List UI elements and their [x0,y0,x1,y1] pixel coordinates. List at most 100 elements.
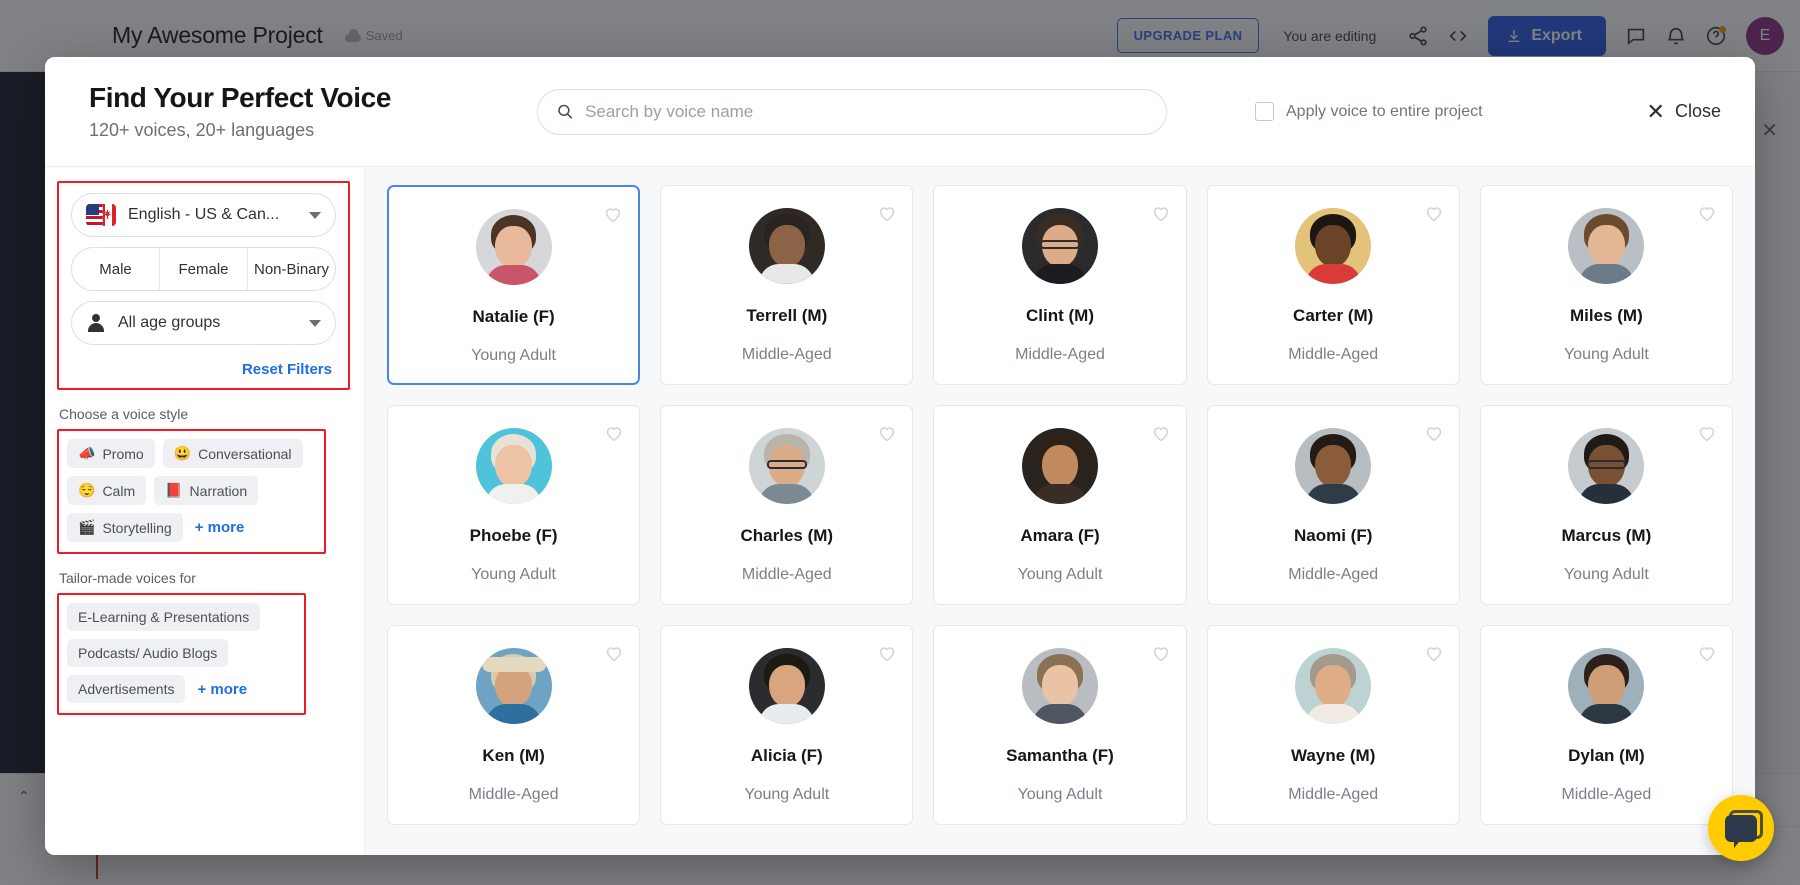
voice-style-chip-group: 📣 Promo 😃 Conversational 😌 Calm 📕 Narration 🎬 Sto… [57,429,326,554]
voice-name: Charles (M) [740,526,834,545]
glasses-detail [1586,459,1627,470]
apply-voice-checkbox[interactable] [1255,102,1274,121]
voice-age-group: Young Adult [1563,346,1649,363]
voice-age-group: Middle-Aged [741,566,832,583]
voice-card[interactable]: Carter (M) Middle-Aged [1206,185,1460,385]
language-dropdown[interactable]: English - US & Can... [71,193,336,237]
voice-age-group: Young Adult [1563,566,1649,583]
favorite-heart-icon[interactable] [1150,202,1172,224]
favorite-heart-icon[interactable] [603,642,625,664]
voice-card[interactable]: Dylan (M) Middle-Aged [1479,625,1733,825]
voice-card[interactable]: Amara (F) Young Adult [933,405,1187,605]
voice-age-group: Young Adult [744,786,830,803]
age-value: All age groups [118,314,221,331]
favorite-heart-icon[interactable] [876,642,898,664]
apply-voice-row[interactable]: Apply voice to entire project [1255,102,1483,121]
search-input[interactable] [585,101,1148,122]
tailor-chip-group: E-Learning & Presentations Podcasts/ Audi… [57,593,306,715]
favorite-heart-icon[interactable] [1150,422,1172,444]
voice-age-group: Young Adult [471,347,556,364]
voice-card[interactable]: Wayne (M) Middle-Aged [1206,625,1460,825]
style-emoji-icon: 📣 [78,445,96,461]
modal-subtitle: 120+ voices, 20+ languages [89,120,315,140]
voice-results-pane[interactable]: Natalie (F) Young Adult Terrell (M) Middle-… [365,167,1755,855]
voice-avatar [1295,208,1372,284]
voice-name: Ken (M) [482,746,545,765]
voice-avatar [1295,648,1372,724]
apply-voice-label: Apply voice to entire project [1286,102,1483,120]
voice-card[interactable]: Miles (M) Young Adult [1479,185,1733,385]
style-label: Promo [102,445,144,462]
voice-avatar [1295,428,1372,504]
voice-style-chip[interactable]: 😃 Conversational [162,439,303,468]
voice-age-group: Young Adult [1017,786,1103,803]
gender-option-male[interactable]: Male [72,248,160,290]
voice-age-group: Middle-Aged [1288,346,1379,363]
voice-card[interactable]: Charles (M) Middle-Aged [660,405,914,605]
tailor-more-link[interactable]: + more [197,681,247,698]
favorite-heart-icon[interactable] [602,203,624,225]
favorite-heart-icon[interactable] [1696,642,1718,664]
voice-avatar [1021,208,1098,284]
voice-card[interactable]: Marcus (M) Young Adult [1479,405,1733,605]
favorite-heart-icon[interactable] [876,422,898,444]
tailor-chip[interactable]: E-Learning & Presentations [67,603,261,631]
voice-card[interactable]: Naomi (F) Middle-Aged [1206,405,1460,605]
voice-card[interactable]: Natalie (F) Young Adult [387,185,641,385]
search-box[interactable] [537,88,1167,135]
voice-style-chip[interactable]: 😌 Calm [67,476,147,505]
favorite-heart-icon[interactable] [603,422,625,444]
voice-card[interactable]: Phoebe (F) Young Adult [387,405,641,605]
reset-filters-link[interactable]: Reset Filters [71,355,336,380]
favorite-heart-icon[interactable] [1423,642,1445,664]
filter-pane: English - US & Can... Male Female Non-Bi… [45,167,365,855]
voice-avatar [748,428,825,504]
voice-avatar [475,428,552,504]
voice-avatar [1021,648,1098,724]
voice-age-group: Young Adult [471,566,556,583]
voice-card[interactable]: Ken (M) Middle-Aged [387,625,641,825]
tailor-chip[interactable]: Podcasts/ Audio Blogs [67,639,229,667]
style-label: Calm [102,482,136,499]
voice-avatar [1021,428,1098,504]
style-emoji-icon: 🎬 [78,519,96,535]
voice-name: Amara (F) [1020,526,1100,545]
favorite-heart-icon[interactable] [1423,422,1445,444]
gender-option-non-binary[interactable]: Non-Binary [248,248,335,290]
voice-avatar [1568,648,1645,724]
close-button[interactable]: ✕ Close [1646,98,1721,124]
style-emoji-icon: 😌 [78,482,96,498]
voice-style-chip[interactable]: 🎬 Storytelling [67,513,183,542]
voice-avatar [1568,428,1645,504]
glasses-detail [1040,239,1080,250]
voice-avatar [475,209,552,285]
close-icon: ✕ [1646,98,1665,124]
voice-name: Samantha (F) [1006,746,1114,765]
favorite-heart-icon[interactable] [876,202,898,224]
voice-style-chip[interactable]: 📕 Narration [154,476,259,505]
chat-support-button[interactable] [1708,795,1774,861]
favorite-heart-icon[interactable] [1696,202,1718,224]
voice-style-chip[interactable]: 📣 Promo [67,439,155,468]
voice-age-group: Middle-Aged [1288,566,1379,583]
voice-card[interactable]: Terrell (M) Middle-Aged [660,185,914,385]
voice-age-group: Middle-Aged [1288,786,1379,803]
gender-option-female[interactable]: Female [160,248,248,290]
favorite-heart-icon[interactable] [1150,642,1172,664]
voice-picker-modal: Find Your Perfect Voice 120+ voices, 20+… [45,57,1755,855]
chevron-down-icon [309,319,321,327]
voice-card[interactable]: Clint (M) Middle-Aged [933,185,1187,385]
style-emoji-icon: 📕 [165,482,183,498]
style-label: Conversational [198,445,292,462]
voice-style-more-link[interactable]: + more [195,519,245,536]
favorite-heart-icon[interactable] [1423,202,1445,224]
voice-card[interactable]: Alicia (F) Young Adult [660,625,914,825]
voice-card[interactable]: Samantha (F) Young Adult [933,625,1187,825]
favorite-heart-icon[interactable] [1696,422,1718,444]
voice-age-group: Middle-Aged [1561,786,1652,803]
voice-age-group: Middle-Aged [468,786,559,803]
tailor-chip[interactable]: Advertisements [67,675,186,703]
gender-segmented-control[interactable]: Male Female Non-Binary [71,247,336,291]
style-emoji-icon: 😃 [173,445,192,461]
age-dropdown[interactable]: All age groups [71,301,336,345]
